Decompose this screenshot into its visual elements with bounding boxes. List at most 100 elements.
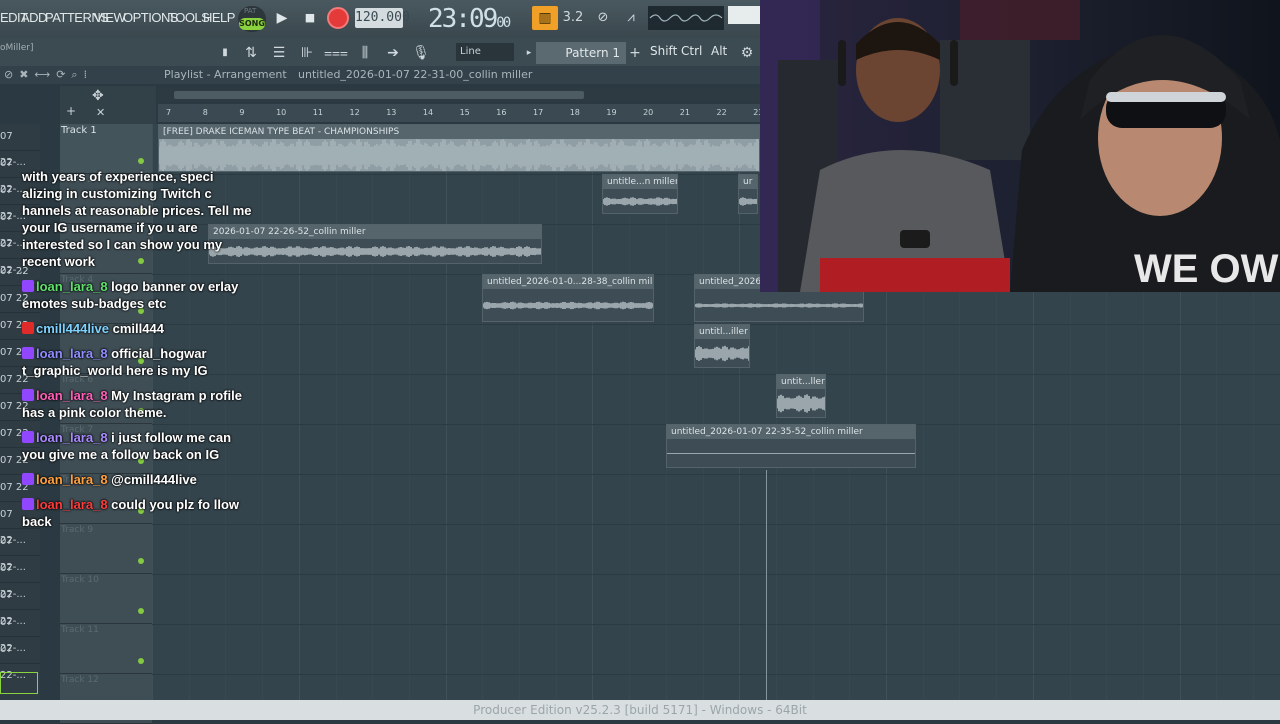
mixer-icon[interactable]: ⫼ (354, 42, 376, 64)
move-icon[interactable]: ✥ (92, 88, 104, 104)
record-button[interactable] (327, 7, 349, 29)
chat-message: loan_lara_8 @cmill444live (22, 471, 252, 488)
chat-username[interactable]: loan_lara_8 (36, 388, 108, 403)
track-header[interactable]: Track 11 (60, 624, 152, 674)
metronome-icon[interactable]: ⩘ (620, 8, 642, 28)
status-bar: Producer Edition v25.2.3 [build 5171] - … (0, 700, 1280, 720)
grid-line (372, 124, 374, 700)
ruler-tick: 13 (386, 108, 397, 117)
waveform (209, 246, 541, 257)
chat-message: loan_lara_8 official_hogwar t_graphic_wo… (22, 345, 252, 379)
chat-username[interactable]: loan_lara_8 (36, 430, 108, 445)
pattern-mode-label: PAT (244, 7, 257, 15)
audio-clip[interactable]: untitle...n miller (602, 174, 678, 214)
horizontal-scrollbar[interactable] (158, 88, 760, 102)
play-button[interactable]: ▶ (272, 8, 292, 28)
stream-chat: with years of experience, speci alizing … (22, 168, 252, 538)
channel-rack-icon[interactable]: ☰ (268, 42, 290, 64)
audio-clip[interactable]: untitl...iller (694, 324, 750, 368)
ctrl-key[interactable]: Ctrl (681, 44, 702, 58)
typing-keyboard-icon[interactable]: ▥ (532, 6, 558, 30)
window-controls[interactable]: ⊘✖⟷⟳⌕⁞ (4, 66, 93, 84)
grid-line (555, 124, 557, 700)
track-mute-led[interactable] (138, 558, 144, 564)
microphone-icon[interactable]: 🎙 (410, 42, 432, 64)
track-mute-led[interactable] (138, 158, 144, 164)
track-label: Track 12 (61, 675, 99, 685)
webcam-feed: WE OWN (760, 0, 1280, 292)
playlist-icon[interactable]: ⇅ (240, 42, 262, 64)
track-label: Track 10 (61, 575, 99, 585)
menu-add[interactable]: ADD (21, 10, 47, 25)
audio-clip[interactable]: untit...ller (776, 374, 826, 418)
ruler-tick: 18 (569, 108, 580, 117)
waveform (695, 303, 863, 308)
track-header[interactable]: Track 1 (60, 124, 152, 174)
wait-input-icon[interactable]: ⊘ (592, 8, 614, 28)
pattern-song-toggle[interactable]: PAT SONG (238, 6, 266, 32)
waveform (695, 345, 749, 362)
add-pattern-icon[interactable]: + (624, 42, 646, 64)
track-mute-led[interactable] (138, 658, 144, 664)
audio-clip[interactable]: [FREE] DRAKE ICEMAN TYPE BEAT - CHAMPION… (158, 124, 760, 172)
time-main: 23:09 (428, 4, 498, 34)
countdown-icon[interactable]: 3.2 (562, 8, 584, 28)
chat-username[interactable]: loan_lara_8 (36, 472, 108, 487)
snap-select[interactable]: Line (456, 43, 514, 61)
oscilloscope-display (648, 6, 724, 30)
menu-view[interactable]: VIEW (94, 10, 126, 25)
audio-clip[interactable]: ur (738, 174, 758, 214)
chat-username[interactable]: loan_lara_8 (36, 279, 108, 294)
twitch-icon (22, 498, 34, 510)
cpu-meter (728, 6, 760, 24)
audio-clip-title: [FREE] DRAKE ICEMAN TYPE BEAT - CHAMPION… (159, 125, 759, 139)
audio-clip-title: untitle...n miller (603, 175, 677, 189)
mixer-row[interactable]: 07 22-... (0, 610, 40, 654)
delete-icon[interactable]: ✕ (96, 106, 105, 119)
lock-icon[interactable]: ▮ (214, 42, 236, 64)
chat-message: loan_lara_8 logo banner ov erlay emotes … (22, 278, 252, 312)
ruler-tick: 16 (496, 108, 507, 117)
grid-line (298, 124, 300, 700)
chat-text: @cmill444live (111, 472, 197, 487)
chat-username[interactable]: cmill444live (36, 321, 109, 336)
stop-button[interactable]: ■ (300, 8, 320, 28)
menu-bar: EDIT ADD PATTERNS VIEW OPTIONS TOOLS HEL… (0, 0, 760, 39)
chat-message: loan_lara_8 My Instagram p rofile has a … (22, 387, 252, 421)
timeline-ruler[interactable]: 7 8 9 10 11 12 13 14 15 16 17 18 19 20 21 22 23 (158, 104, 763, 122)
chat-username[interactable]: loan_lara_8 (36, 346, 108, 361)
mixer-row[interactable]: 07 22-... (0, 556, 40, 600)
track-header[interactable]: Track 10 (60, 574, 152, 624)
audio-clip[interactable]: 2026-01-07 22-26-52_collin miller (208, 224, 542, 264)
chat-message: cmill444live cmill444 (22, 320, 252, 337)
grid-line (519, 124, 520, 700)
chat-username[interactable]: loan_lara_8 (36, 497, 108, 512)
audio-clip[interactable]: untitled_2026-01-07 22-35-52_collin mill… (666, 424, 916, 468)
piano-roll-icon[interactable]: ⊪ (296, 42, 318, 64)
add-icon[interactable]: + (66, 104, 76, 118)
mixer-row[interactable]: 07 22-... (0, 124, 40, 168)
browser-icon[interactable]: ⩶ (324, 42, 348, 64)
song-mode-label: SONG (239, 18, 265, 30)
track-mute-led[interactable] (138, 608, 144, 614)
selected-mixer-channel[interactable] (0, 672, 38, 694)
ruler-tick: 9 (239, 108, 245, 117)
waveform (777, 394, 825, 413)
pattern-selector[interactable]: Pattern 1 (536, 42, 626, 64)
help-icon[interactable]: ⚙ (736, 42, 758, 64)
arrow-icon[interactable]: ➔ (382, 42, 404, 64)
waveform (603, 197, 677, 206)
menu-help[interactable]: HELP (203, 10, 235, 25)
shirt-text: WE OWN (1134, 247, 1280, 291)
playhead[interactable] (766, 470, 767, 700)
shift-key[interactable]: Shift (650, 44, 677, 58)
chat-text: cmill444 (112, 321, 164, 336)
mixer-row[interactable]: 07 22-... (0, 637, 40, 681)
mixer-row[interactable]: 07 22-... (0, 583, 40, 627)
alt-key[interactable]: Alt (711, 44, 727, 58)
audio-clip[interactable]: untitled_2026-01-0...28-38_collin miller (482, 274, 654, 322)
track-divider (152, 624, 1280, 625)
tempo-display[interactable]: 120.000 (355, 8, 410, 28)
chat-text: with years of experience, speci alizing … (22, 169, 252, 269)
scroll-thumb[interactable] (174, 91, 584, 99)
